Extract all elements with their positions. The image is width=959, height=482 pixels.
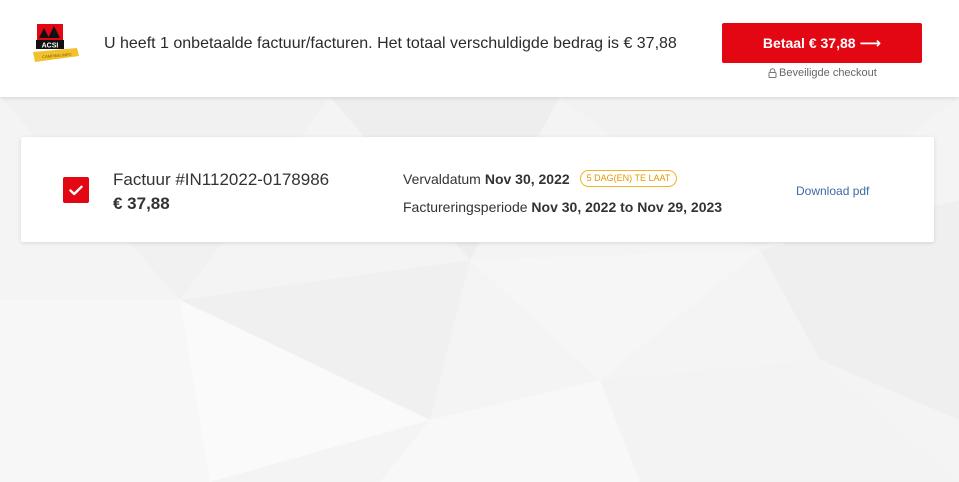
unpaid-invoices-message: U heeft 1 onbetaalde factuur/facturen. H…	[104, 35, 677, 52]
checkmark-icon	[69, 185, 83, 195]
invoice-select-checkbox[interactable]	[63, 177, 89, 203]
due-date-label: Vervaldatum	[403, 170, 481, 187]
pay-button[interactable]: Betaal € 37,88 ⟶	[722, 23, 922, 63]
acsi-logo: ACSI CAMPING.INFO	[33, 24, 79, 62]
invoice-title: Factuur #IN112022-0178986	[113, 170, 330, 189]
download-pdf-link[interactable]: Download pdf	[796, 184, 869, 198]
invoice-card: Factuur #IN112022-0178986 € 37,88 Verval…	[21, 137, 934, 242]
billing-period-label: Factureringsperiode	[403, 199, 528, 215]
pay-button-label: Betaal € 37,88	[762, 35, 856, 51]
billing-period-value: Nov 30, 2022 to Nov 29, 2023	[531, 199, 723, 215]
arrow-right-icon: ⟶	[859, 35, 882, 52]
invoice-amount: € 37,88	[113, 194, 170, 213]
top-bar: ACSI CAMPING.INFO U heeft 1 onbetaalde f…	[0, 0, 959, 97]
logo-text: ACSI	[42, 43, 59, 50]
lock-icon	[768, 68, 777, 78]
billing-period-row: Factureringsperiode Nov 30, 2022 to Nov …	[403, 199, 722, 215]
secure-checkout: Beveiligde checkout	[768, 67, 877, 79]
due-date-value: Nov 30, 2022	[484, 170, 570, 187]
secure-checkout-label: Beveiligde checkout	[779, 67, 877, 79]
overdue-badge: 5 DAG(EN) TE LAAT	[579, 170, 678, 187]
due-date-row: Vervaldatum Nov 30, 2022 5 DAG(EN) TE LA…	[403, 170, 678, 187]
